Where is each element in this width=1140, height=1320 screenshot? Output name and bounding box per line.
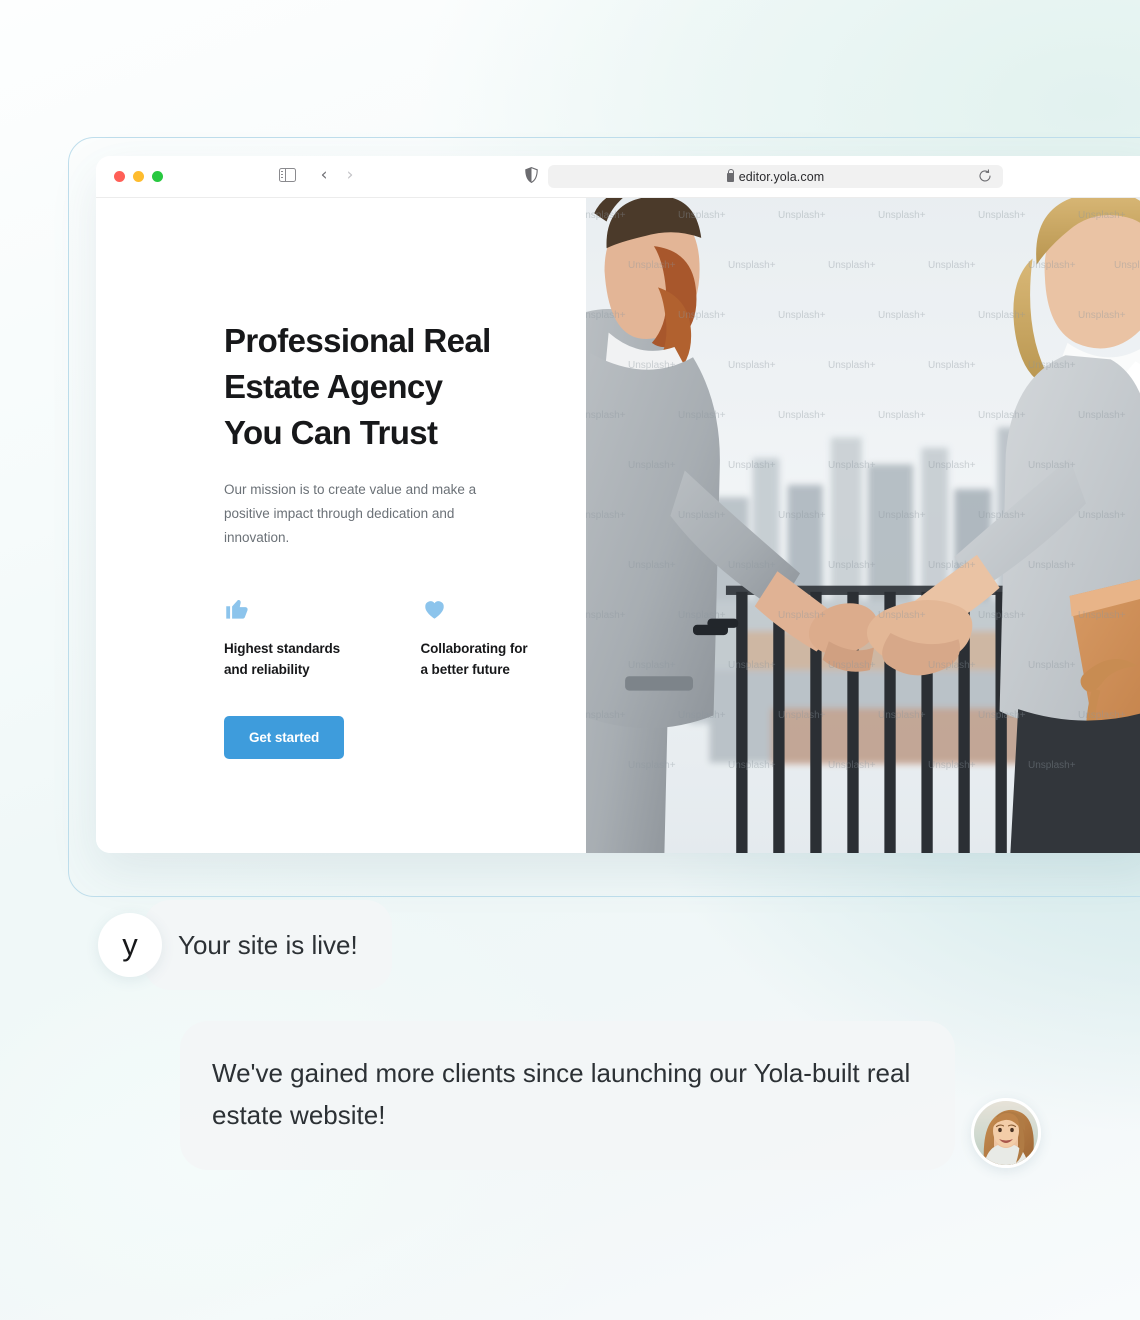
page-root: ‹ › editor.yola.com Professional Real Es… [0,0,1140,1320]
chat-bubble-testimonial: We've gained more clients since launchin… [180,1021,955,1170]
hero-title-line-2: Estate Agency [224,368,443,405]
chat-message-row: y Your site is live! [98,900,392,990]
feature-label-line-2: and reliability [224,662,310,677]
chat-bubble-status: Your site is live! [144,900,392,990]
reload-icon[interactable] [978,169,992,183]
hero-text-column: Professional Real Estate Agency You Can … [96,198,586,853]
sidebar-toggle-icon[interactable] [279,167,296,183]
hero-subtitle: Our mission is to create value and make … [224,482,477,545]
feature-item: Highest standards and reliability [224,592,358,680]
feature-label: Highest standards and reliability [224,638,358,680]
shield-icon[interactable] [525,167,538,184]
website-preview: Professional Real Estate Agency You Can … [96,198,1140,853]
address-bar-content: editor.yola.com [548,165,1003,188]
hero-photo: Unsplash+ Unsplash+ Unsplash+ Unsplash+ … [586,198,1140,853]
hero-title-line-1: Professional Real [224,322,491,359]
yola-logo-avatar: y [98,913,162,977]
back-button[interactable]: ‹ [316,167,332,184]
feature-label: Collaborating for a better future [421,638,555,680]
forward-button[interactable]: › [342,167,358,184]
minimize-window-button[interactable] [133,171,144,182]
thumbs-up-icon [224,592,358,622]
lock-icon [726,169,735,182]
feature-label-line-1: Collaborating for [420,641,528,656]
maximize-window-button[interactable] [152,171,163,182]
avatar [971,1098,1041,1168]
heart-icon [421,592,555,622]
hero-features: Highest standards and reliability Collab… [224,592,554,680]
url-text: editor.yola.com [738,169,825,184]
browser-titlebar: ‹ › editor.yola.com [96,156,1140,198]
feature-item: Collaborating for a better future [421,592,555,680]
handshake-photo-illustration [586,198,1140,853]
hero-inner: Professional Real Estate Agency You Can … [224,318,554,759]
feature-label-line-2: a better future [420,662,510,677]
page-title: Professional Real Estate Agency You Can … [224,318,554,456]
person-photo [974,1101,1038,1165]
hero-title-line-3: You Can Trust [224,414,438,451]
traffic-lights [114,171,163,182]
chat-message-row: We've gained more clients since launchin… [180,1021,1041,1170]
address-bar[interactable]: editor.yola.com [548,165,1003,188]
feature-label-line-1: Highest standards [224,641,341,656]
get-started-button[interactable]: Get started [224,716,345,759]
browser-window: ‹ › editor.yola.com Professional Real Es… [96,156,1140,853]
close-window-button[interactable] [114,171,125,182]
